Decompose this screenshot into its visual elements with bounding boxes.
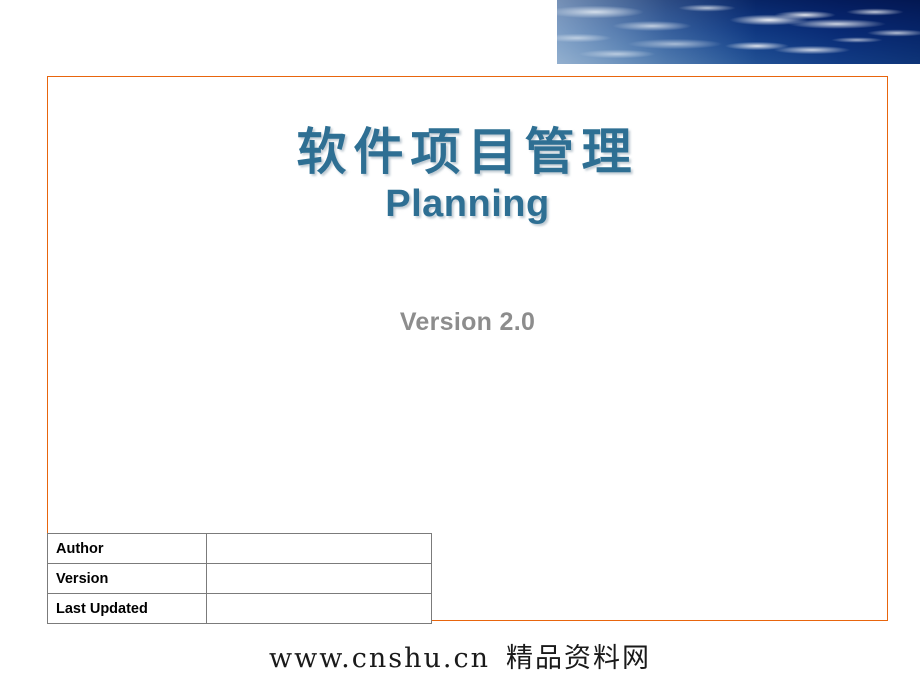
page-title-chinese: 软件项目管理 (296, 122, 639, 181)
footer-url: www.cnshu.cn (269, 643, 490, 674)
table-cell-label-version: Version (47, 563, 207, 594)
page-title-english: Planning (385, 183, 550, 225)
table-cell-value-author[interactable] (206, 533, 432, 564)
title-block: 软件项目管理 Planning (47, 122, 888, 226)
version-label: Version 2.0 (399, 308, 536, 336)
table-row: Version (47, 563, 432, 594)
table-cell-label-last-updated: Last Updated (47, 593, 207, 624)
table-cell-label-author: Author (47, 533, 207, 564)
footer-site-name: 精品资料网 (505, 643, 651, 674)
sky-haze-overlay (557, 0, 920, 64)
table-row: Last Updated (47, 593, 432, 624)
footer-watermark: www.cnshu.cn 精品资料网 (0, 636, 920, 675)
table-row: Author (47, 533, 432, 564)
table-cell-value-last-updated[interactable] (206, 593, 432, 624)
slide-canvas: 软件项目管理 Planning Version 2.0 Author Versi… (0, 0, 920, 690)
sky-clouds-banner-image (557, 0, 920, 64)
table-cell-value-version[interactable] (206, 563, 432, 594)
document-metadata-table: Author Version Last Updated (47, 533, 432, 624)
